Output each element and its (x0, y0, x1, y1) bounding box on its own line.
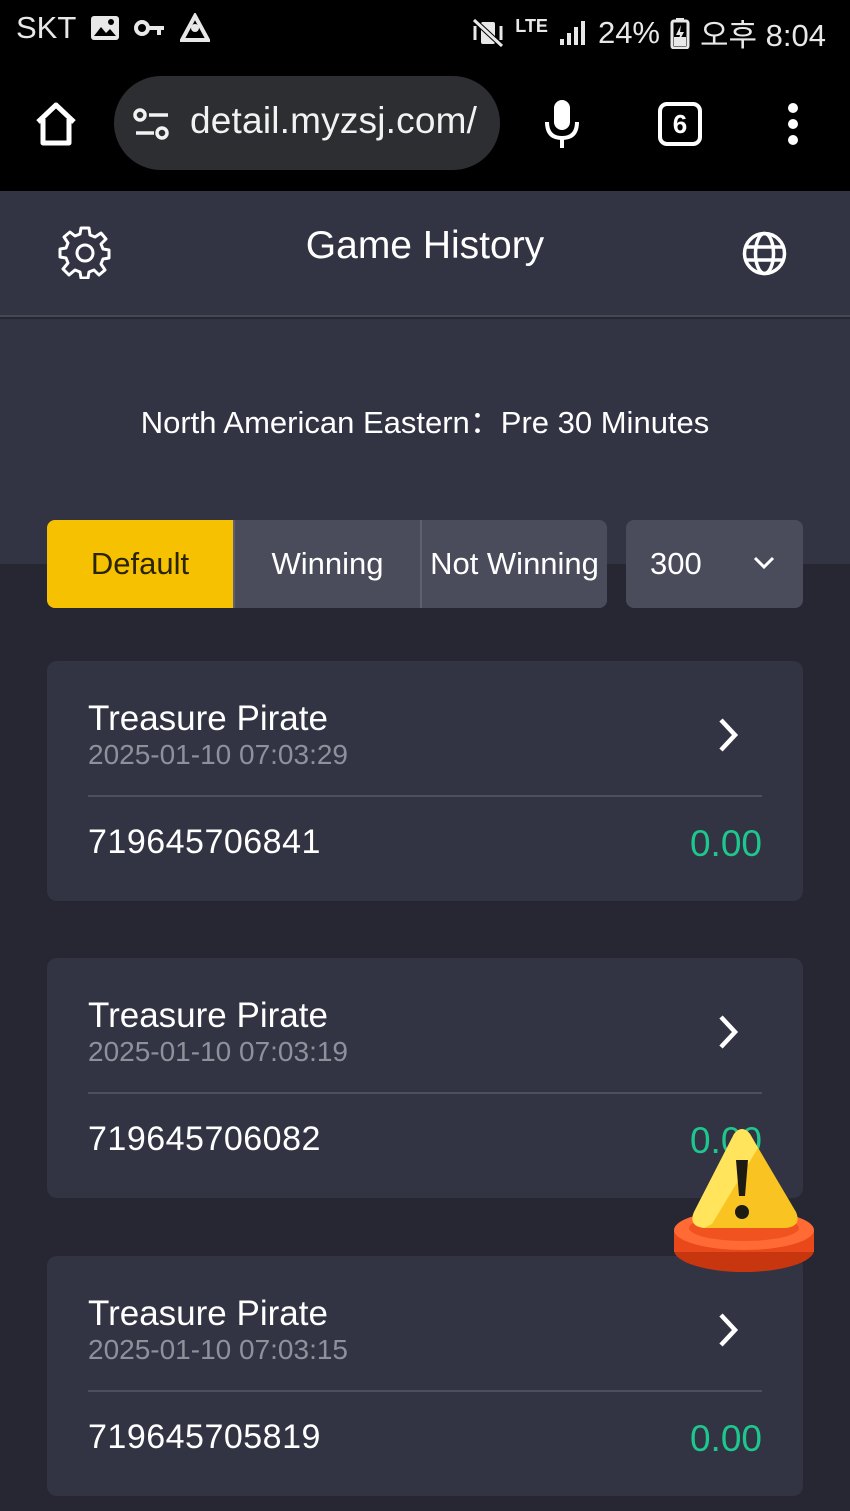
game-name: Treasure Pirate (88, 996, 328, 1035)
url-text: detail.myzsj.com/ (190, 100, 478, 141)
status-bar: SKT LTE 24% 오후 8:04 (0, 0, 850, 62)
bet-time: 2025-01-10 07:03:15 (88, 1334, 348, 1365)
tab-not-winning[interactable]: Not Winning (420, 520, 607, 608)
win-amount: 0.00 (689, 823, 762, 864)
battery-percent: 24% (597, 14, 660, 50)
game-name: Treasure Pirate (88, 699, 328, 738)
vpn-key-icon (134, 18, 166, 38)
order-id: 719645705819 (88, 1418, 321, 1456)
card-divider (88, 1092, 762, 1094)
history-record-card[interactable]: Treasure Pirate 2025-01-10 07:03:29 7196… (47, 661, 803, 901)
timezone-label: North American Eastern：Pre 30 Minutes (140, 405, 710, 440)
bet-time: 2025-01-10 07:03:29 (88, 739, 348, 770)
chevron-down-icon (752, 555, 776, 576)
clock: 오후 8:04 (700, 18, 826, 53)
win-amount: 0.00 (689, 1418, 762, 1459)
network-type-label: LTE (515, 16, 548, 36)
game-name: Treasure Pirate (88, 1294, 328, 1333)
tab-winning[interactable]: Winning (233, 520, 420, 608)
record-count-value: 300 (650, 546, 702, 581)
browser-toolbar: detail.myzsj.com/ 6 (0, 62, 850, 191)
tab-switcher-button[interactable]: 6 (658, 102, 702, 146)
order-id: 719645706082 (88, 1120, 321, 1158)
result-filter-tabs: Default Winning Not Winning (47, 520, 607, 608)
address-bar[interactable]: detail.myzsj.com/ (114, 76, 500, 170)
vibrate-mute-icon (471, 17, 505, 48)
card-divider (88, 795, 762, 797)
history-record-card[interactable]: Treasure Pirate 2025-01-10 07:03:15 7196… (47, 1256, 803, 1496)
battery-charging-icon (670, 17, 690, 49)
chevron-right-icon[interactable] (713, 1012, 741, 1052)
chevron-right-icon[interactable] (713, 715, 741, 755)
order-id: 719645706841 (88, 823, 321, 861)
record-count-select[interactable]: 300 (626, 520, 803, 608)
microphone-icon[interactable] (543, 98, 581, 150)
tab-default[interactable]: Default (47, 520, 233, 608)
carrier-label: SKT (16, 10, 77, 45)
app-header: Game History (0, 191, 850, 317)
page-title: Game History (305, 224, 545, 267)
site-settings-icon[interactable] (132, 106, 172, 142)
more-menu-icon[interactable] (786, 102, 800, 146)
warning-icon[interactable] (672, 1124, 818, 1276)
signal-icon (558, 19, 588, 47)
bet-time: 2025-01-10 07:03:19 (88, 1036, 348, 1067)
chevron-right-icon[interactable] (713, 1310, 741, 1350)
app-notification-icon (180, 13, 211, 43)
image-icon (90, 15, 120, 41)
language-globe-icon[interactable] (741, 230, 788, 277)
home-icon[interactable] (32, 100, 80, 148)
card-divider (88, 1390, 762, 1392)
